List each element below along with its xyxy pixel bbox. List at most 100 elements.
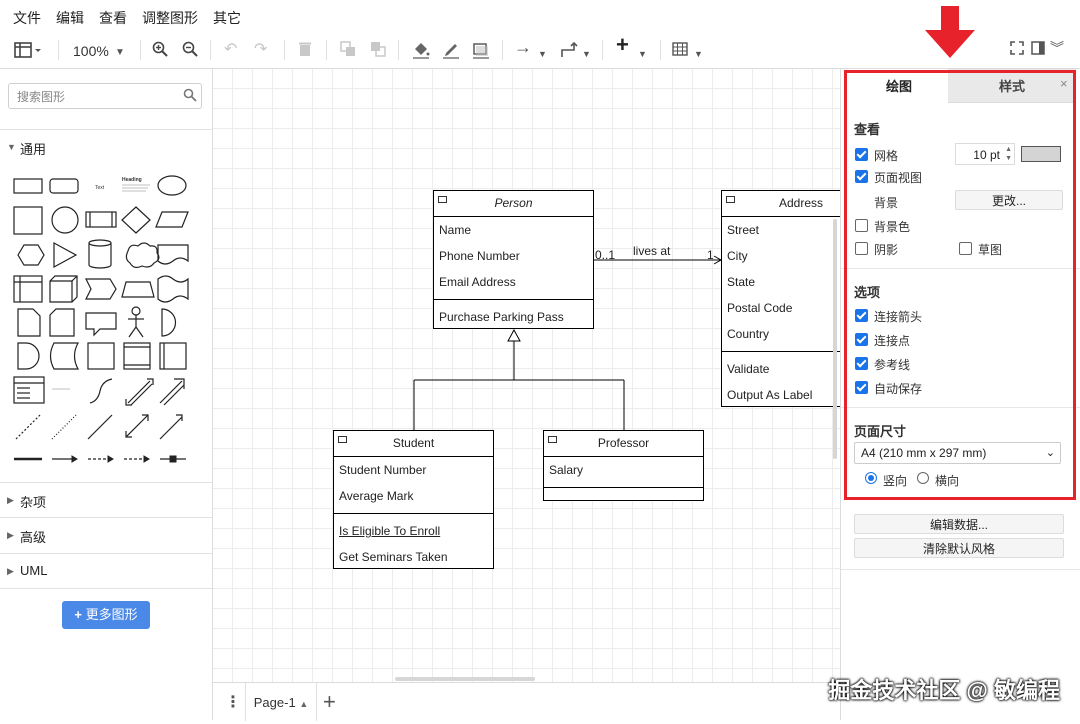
waypoints-icon[interactable] (560, 41, 578, 64)
zoom-in-icon[interactable] (152, 41, 168, 62)
search-input[interactable] (15, 85, 179, 109)
connection-arrow-icon[interactable]: → (514, 38, 532, 56)
horizontal-scrollbar[interactable] (395, 677, 535, 681)
menu-view[interactable]: 查看 (99, 8, 127, 28)
close-icon[interactable]: × (1060, 76, 1068, 91)
section-general[interactable]: ▼ 通用 (0, 129, 212, 168)
delete-icon[interactable] (298, 41, 312, 62)
line-color-icon[interactable] (442, 41, 460, 64)
menu-arrange[interactable]: 调整图形 (142, 8, 198, 28)
attribute[interactable]: Email Address (434, 269, 593, 295)
zoom-out-icon[interactable] (182, 41, 198, 62)
change-background-button[interactable]: 更改... (955, 190, 1063, 210)
section-advanced[interactable]: ▶ 高级 (0, 517, 212, 552)
zoom-level[interactable]: 100% (73, 42, 109, 60)
fullscreen-icon[interactable] (1010, 41, 1024, 60)
insert-dropdown-icon[interactable]: ▼ (638, 45, 647, 63)
zoom-dropdown-icon[interactable]: ▼ (115, 44, 125, 62)
guides-checkbox[interactable] (855, 357, 868, 370)
landscape-radio[interactable] (917, 472, 929, 484)
to-back-icon[interactable] (370, 41, 386, 62)
method[interactable]: Output As Label (722, 382, 840, 408)
page-tab-dropdown-icon[interactable]: ▲ (299, 699, 308, 709)
divider (841, 569, 1080, 570)
professor-class[interactable]: Professor Salary (543, 430, 704, 501)
attribute[interactable]: Name (434, 217, 593, 243)
format-tabs: 绘图 样式 (843, 69, 1080, 103)
portrait-label: 竖向 (883, 474, 908, 488)
tab-style[interactable]: 样式 (948, 69, 1076, 103)
collapse-icon[interactable] (438, 196, 447, 203)
panel-layout-icon[interactable] (14, 41, 42, 64)
attribute[interactable]: City (722, 243, 840, 269)
waypoints-dropdown-icon[interactable]: ▼ (582, 45, 591, 63)
edit-data-button[interactable]: 编辑数据... (854, 514, 1064, 534)
connection-points-label: 连接点 (874, 334, 911, 348)
tab-diagram[interactable]: 绘图 (850, 69, 948, 102)
connection-points-checkbox[interactable] (855, 333, 868, 346)
redo-icon[interactable]: ↷ (254, 41, 267, 59)
section-uml[interactable]: ▶ UML (0, 553, 212, 589)
page-bar: ⋮ Page-1 ▲ + (213, 682, 840, 721)
clear-default-style-button[interactable]: 清除默认风格 (854, 538, 1064, 558)
page-menu-icon[interactable]: ⋮ (225, 692, 241, 712)
background-color-checkbox[interactable] (855, 219, 868, 232)
diagram-canvas[interactable]: 0..1 lives at 1 Person Name Phone Number… (213, 69, 840, 682)
student-class[interactable]: Student Student Number Average Mark Is E… (333, 430, 494, 569)
address-class[interactable]: Address Street City State Postal Code Co… (721, 190, 840, 407)
attribute[interactable]: Average Mark (334, 483, 493, 509)
attribute[interactable]: Street (722, 217, 840, 243)
autosave-checkbox[interactable] (855, 381, 868, 394)
portrait-radio[interactable] (865, 472, 877, 484)
collapse-icon[interactable] (548, 436, 557, 443)
attribute[interactable]: Phone Number (434, 243, 593, 269)
landscape-label: 横向 (935, 474, 960, 488)
grid-color-swatch[interactable] (1021, 146, 1061, 162)
menu-edit[interactable]: 编辑 (56, 8, 84, 28)
collapse-icon[interactable]: ︾ (1050, 39, 1064, 57)
class-title: Address (779, 196, 824, 210)
page-size-select[interactable]: A4 (210 mm x 297 mm) ⌄ (854, 442, 1061, 464)
attribute[interactable]: Postal Code (722, 295, 840, 321)
shadow-icon[interactable] (472, 41, 490, 64)
menu-extras[interactable]: 其它 (213, 8, 241, 28)
collapse-icon[interactable] (726, 196, 735, 203)
grid-size-stepper-icon[interactable]: ▲ ▼ (1005, 145, 1012, 163)
attribute[interactable]: Salary (544, 457, 703, 483)
format-panel-icon[interactable] (1031, 41, 1045, 60)
more-shapes-button[interactable]: + 更多图形 (62, 601, 150, 629)
method[interactable]: Get Seminars Taken (334, 544, 493, 570)
connection-arrows-checkbox[interactable] (855, 309, 868, 322)
vertical-scrollbar[interactable] (833, 219, 837, 459)
shadow-checkbox[interactable] (855, 242, 868, 255)
person-class[interactable]: Person Name Phone Number Email Address P… (433, 190, 594, 329)
section-misc[interactable]: ▶ 杂项 (0, 482, 212, 517)
search-icon[interactable] (183, 88, 197, 105)
attribute[interactable]: Country (722, 321, 840, 347)
table-icon[interactable] (672, 41, 688, 62)
method[interactable]: Validate (722, 351, 840, 382)
method[interactable]: Purchase Parking Pass (434, 299, 593, 330)
shape-library-grid[interactable]: Text Heading (8, 167, 208, 467)
grid-size-field[interactable]: 10 pt ▲ ▼ (955, 143, 1015, 165)
attribute[interactable]: State (722, 269, 840, 295)
attribute[interactable]: Student Number (334, 457, 493, 483)
page-tab[interactable]: Page-1 ▲ (245, 683, 317, 721)
table-dropdown-icon[interactable]: ▼ (694, 45, 703, 63)
collapse-icon[interactable] (338, 436, 347, 443)
to-front-icon[interactable] (340, 41, 356, 62)
static-method[interactable]: Is Eligible To Enroll (334, 513, 493, 544)
connection-dropdown-icon[interactable]: ▼ (538, 45, 547, 63)
grid-label: 网格 (874, 149, 899, 163)
menu-bar: 文件 编辑 查看 调整图形 其它 (0, 0, 1080, 32)
undo-icon[interactable]: ↶ (224, 41, 237, 59)
association-label[interactable]: lives at (633, 244, 670, 258)
grid-checkbox[interactable] (855, 148, 868, 161)
fill-color-icon[interactable] (412, 41, 430, 64)
menu-file[interactable]: 文件 (13, 8, 41, 28)
insert-plus-icon[interactable]: + (616, 34, 629, 56)
sketch-checkbox[interactable] (959, 242, 972, 255)
add-page-icon[interactable]: + (323, 689, 336, 715)
page-view-checkbox[interactable] (855, 170, 868, 183)
class-title: Student (392, 436, 435, 450)
